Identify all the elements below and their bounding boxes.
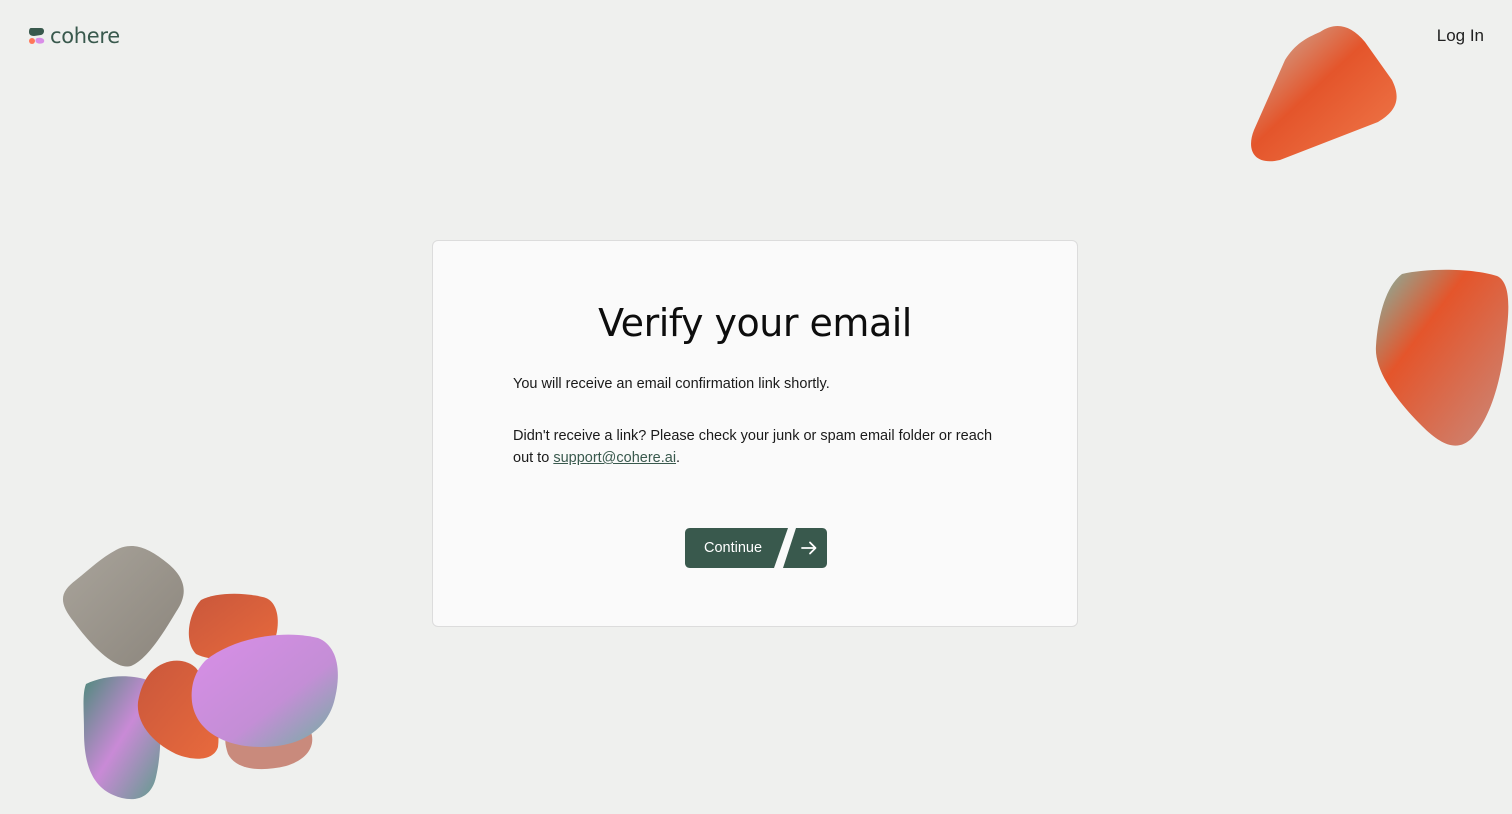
cohere-logo-icon: [29, 28, 45, 44]
page-title: Verify your email: [598, 301, 912, 345]
cohere-logo[interactable]: cohere: [28, 24, 120, 48]
support-email-link[interactable]: support@cohere.ai: [553, 450, 676, 466]
verify-email-card: Verify your email You will receive an em…: [432, 240, 1078, 627]
cohere-logo-text: cohere: [50, 24, 120, 48]
help-message: Didn't receive a link? Please check your…: [513, 425, 1003, 469]
confirmation-message: You will receive an email confirmation l…: [513, 376, 830, 392]
verify-email-page: cohere Log In Verify your email You will…: [0, 0, 1512, 814]
decorative-blob-cluster: [62, 546, 338, 800]
log-in-link[interactable]: Log In: [1437, 26, 1484, 46]
help-message-suffix: .: [676, 450, 681, 466]
continue-button-shape: [685, 528, 827, 568]
decorative-blob-top-right: [1251, 26, 1397, 162]
decorative-blob-right: [1375, 269, 1509, 446]
continue-button[interactable]: Continue: [685, 528, 827, 568]
